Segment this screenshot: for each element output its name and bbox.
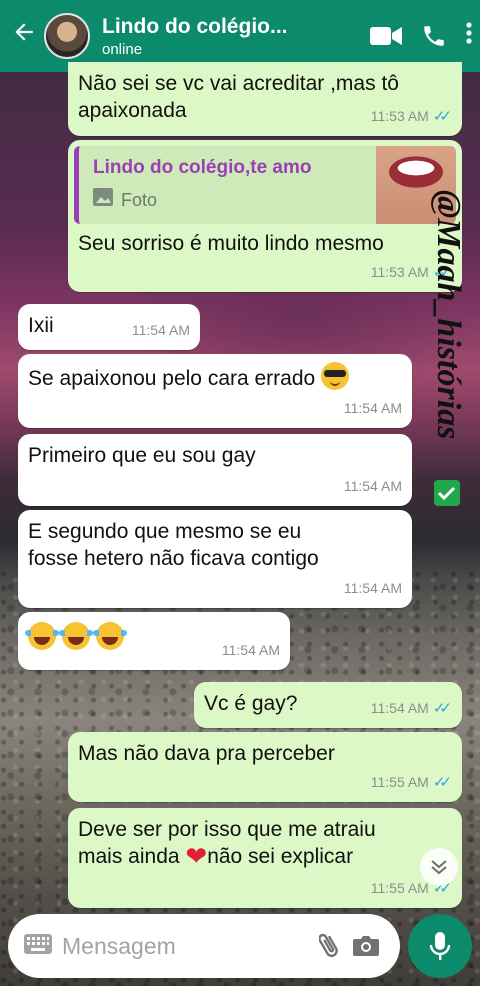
message-text-content: Se apaixonou pelo cara errado <box>28 367 316 390</box>
message-meta: 11:54 AM <box>344 395 402 422</box>
message-time: 11:53 AM <box>370 264 429 280</box>
message-meta: 11:54 AM <box>344 473 402 500</box>
message-time: 11:54 AM <box>343 478 402 494</box>
tears-of-joy-emoji-icon <box>58 622 93 650</box>
phone-icon[interactable] <box>410 23 458 49</box>
contact-name: Lindo do colégio... <box>102 14 288 38</box>
message-incoming[interactable]: 11:54 AM <box>18 612 290 670</box>
double-check-icon: ✓✓ <box>432 108 452 125</box>
message-time: 11:54 AM <box>131 322 190 338</box>
more-vert-icon[interactable] <box>458 21 480 52</box>
double-check-icon: ✓✓ <box>432 774 452 791</box>
message-text-part: não sei explicar <box>207 845 354 868</box>
message-incoming[interactable]: Ixii 11:54 AM <box>18 304 200 350</box>
message-incoming[interactable]: Primeiro que eu sou gay 11:54 AM <box>18 434 412 506</box>
microphone-button[interactable] <box>408 914 472 978</box>
contact-status: online <box>102 40 143 58</box>
arrow-left-icon[interactable] <box>4 19 44 53</box>
message-text: Seu sorriso é muito lindo mesmo <box>78 232 384 255</box>
message-text: Se apaixonou pelo cara errado <box>28 362 402 392</box>
keyboard-icon[interactable] <box>24 933 54 959</box>
message-incoming[interactable]: Se apaixonou pelo cara errado 11:54 AM <box>18 354 412 428</box>
tears-of-joy-emoji-icon <box>92 622 127 650</box>
paperclip-icon[interactable] <box>312 931 348 961</box>
contact-info[interactable]: Lindo do colégio... online <box>102 15 362 58</box>
message-time: 11:53 AM <box>370 108 429 124</box>
camera-icon[interactable] <box>348 934 384 958</box>
message-meta: 11:54 AM ✓✓ <box>371 695 452 722</box>
double-check-icon: ✓✓ <box>432 264 452 281</box>
quoted-message[interactable]: Lindo do colégio,te amo Foto <box>74 146 456 224</box>
message-outgoing[interactable]: Deve ser por isso que me atraiu mais ain… <box>68 808 462 908</box>
message-time: 11:54 AM <box>221 642 280 658</box>
video-camera-icon[interactable] <box>362 25 410 47</box>
microphone-icon <box>429 932 451 960</box>
message-input-bar[interactable]: Mensagem <box>8 914 400 978</box>
avatar[interactable] <box>44 13 90 59</box>
message-outgoing[interactable]: Não sei se vc vai acreditar ,mas tô apai… <box>68 62 462 136</box>
message-time: 11:55 AM <box>370 774 429 790</box>
quote-type-label: Foto <box>121 190 158 210</box>
message-text: Primeiro que eu sou gay <box>28 444 256 467</box>
message-text: E segundo que mesmo se eu <box>28 520 302 543</box>
message-meta: 11:53 AM ✓✓ <box>371 259 452 286</box>
message-outgoing[interactable]: Mas não dava pra perceber 11:55 AM ✓✓ <box>68 732 462 802</box>
message-meta: 11:53 AM ✓✓ <box>371 103 452 130</box>
double-chevron-down-icon <box>431 860 447 875</box>
red-heart-emoji-icon: ❤ <box>185 841 208 871</box>
message-time: 11:54 AM <box>343 400 402 416</box>
sunglasses-emoji-icon <box>321 362 350 390</box>
message-text: Não sei se vc vai acreditar ,mas tô <box>78 72 399 95</box>
message-incoming[interactable]: E segundo que mesmo se eu fosse hetero n… <box>18 510 412 608</box>
message-outgoing[interactable]: Vc é gay? 11:54 AM ✓✓ <box>194 682 462 728</box>
message-time: 11:55 AM <box>370 880 429 896</box>
tears-of-joy-emoji-icon <box>25 622 59 650</box>
message-meta: 11:54 AM <box>132 317 190 344</box>
message-time: 11:54 AM <box>343 580 402 596</box>
message-meta: 11:54 AM <box>222 637 280 664</box>
scroll-to-bottom-button[interactable] <box>420 848 458 886</box>
message-meta: 11:55 AM ✓✓ <box>371 769 452 796</box>
message-meta: 11:54 AM <box>344 575 402 602</box>
message-text-part: mais ainda <box>78 845 186 868</box>
message-text: fosse hetero não ficava contigo <box>28 547 319 570</box>
message-text: Deve ser por isso que me atraiu <box>78 818 376 841</box>
message-text: mais ainda ❤não sei explicar <box>78 843 452 870</box>
message-time: 11:54 AM <box>370 700 429 716</box>
message-outgoing[interactable]: Lindo do colégio,te amo Foto Seu sorriso… <box>68 140 462 292</box>
message-text: Mas não dava pra perceber <box>78 742 335 765</box>
message-input[interactable]: Mensagem <box>62 933 312 960</box>
image-icon <box>93 187 113 214</box>
quote-thumbnail <box>376 146 456 224</box>
double-check-icon: ✓✓ <box>432 700 452 717</box>
